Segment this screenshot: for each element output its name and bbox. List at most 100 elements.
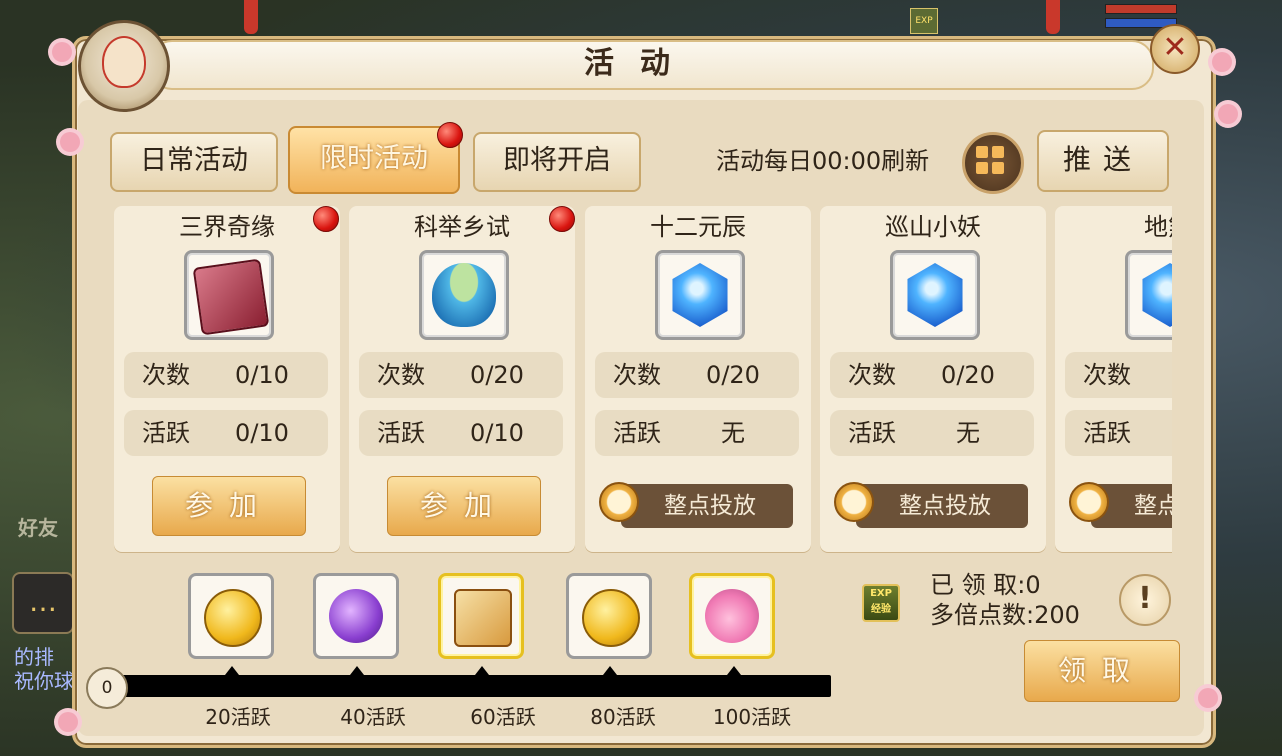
- reward-box-20[interactable]: [188, 573, 274, 659]
- count-row: 次数: [1065, 352, 1172, 398]
- purple-pouch-icon: [329, 589, 383, 643]
- activity-points-row: 活跃 无: [595, 410, 799, 456]
- chat-preview-text: 的排 祝你球: [14, 645, 74, 693]
- milestone-marker: [350, 666, 364, 675]
- friends-label[interactable]: 好友: [18, 512, 58, 541]
- activity-icon-frame[interactable]: [1125, 250, 1172, 340]
- count-row: 次数 0/10: [124, 352, 328, 398]
- clock-icon: [834, 482, 874, 522]
- timed-release-button[interactable]: 整点投放: [621, 484, 793, 528]
- flower-decoration: [52, 42, 72, 62]
- activity-points-label: 活跃: [142, 419, 190, 447]
- panel-title: 活动: [584, 46, 696, 81]
- milestone-label: 40活跃: [340, 705, 406, 729]
- close-button[interactable]: ✕: [1150, 24, 1200, 74]
- claimed-count: 已 领 取:0: [930, 571, 1041, 599]
- activity-points-value: 0/10: [470, 419, 524, 447]
- notification-dot-icon: [437, 122, 463, 148]
- exp-multiplier-icon[interactable]: EXP 经验: [862, 584, 900, 622]
- activity-points-row: 活跃 无: [830, 410, 1034, 456]
- milestone-label: 100活跃: [712, 705, 792, 729]
- reward-box-40[interactable]: [313, 573, 399, 659]
- activity-points-value: 无: [956, 419, 980, 447]
- timed-release-button[interactable]: 整点投放: [856, 484, 1028, 528]
- activity-progress-bar: [96, 675, 831, 697]
- activity-points-label: 活跃: [613, 419, 661, 447]
- activity-icon-frame[interactable]: [184, 250, 274, 340]
- clock-icon: [1069, 482, 1109, 522]
- tab-upcoming-activities[interactable]: 即将开启: [473, 132, 641, 192]
- treasure-scroll-icon: [454, 589, 512, 647]
- milestone-marker: [603, 666, 617, 675]
- flower-decoration: [60, 132, 80, 152]
- activity-icon-frame[interactable]: [419, 250, 509, 340]
- milestone-marker: [727, 666, 741, 675]
- lantern-decoration: [1046, 0, 1060, 34]
- milestone-label: 20活跃: [205, 705, 271, 729]
- multiplier-points: 多倍点数:200: [930, 601, 1080, 629]
- activity-points-value: 0/10: [235, 419, 289, 447]
- activity-name: 地煞: [1144, 213, 1172, 241]
- join-button[interactable]: 参加: [387, 476, 541, 536]
- claim-button[interactable]: 领取: [1024, 640, 1180, 702]
- progress-start-marker: 0: [86, 667, 128, 709]
- activity-points-label: 活跃: [377, 419, 425, 447]
- push-button[interactable]: 推送: [1037, 130, 1169, 192]
- milestone-marker: [475, 666, 489, 675]
- refresh-notice: 活动每日00:00刷新: [716, 147, 930, 175]
- activity-points-row: 活跃 0/10: [124, 410, 328, 456]
- activity-name: 十二元辰: [650, 213, 746, 241]
- activity-points-label: 活跃: [848, 419, 896, 447]
- grid-menu-icon[interactable]: [962, 132, 1024, 194]
- player-status-bars: [1105, 4, 1177, 28]
- clock-icon: [599, 482, 639, 522]
- activity-card[interactable]: 地煞 次数 活跃 整点投放: [1055, 206, 1172, 552]
- milestone-marker: [225, 666, 239, 675]
- count-value: 0/10: [235, 361, 289, 389]
- count-label: 次数: [613, 361, 661, 389]
- milestone-label: 60活跃: [470, 705, 536, 729]
- count-row: 次数 0/20: [595, 352, 799, 398]
- count-value: 0/20: [706, 361, 760, 389]
- gold-coin-icon: [582, 589, 640, 647]
- activity-name: 科举乡试: [414, 213, 510, 241]
- mascot-face-icon: [102, 36, 146, 88]
- activity-icon-frame[interactable]: [655, 250, 745, 340]
- flower-decoration: [1212, 52, 1232, 72]
- activity-card-list[interactable]: 三界奇缘 次数 0/10 活跃 0/10 参加 科举乡试 次数 0/20 活跃 …: [112, 206, 1172, 556]
- activity-icon-frame[interactable]: [890, 250, 980, 340]
- count-label: 次数: [848, 361, 896, 389]
- activity-card[interactable]: 科举乡试 次数 0/20 活跃 0/10 参加: [349, 206, 575, 552]
- flower-decoration: [1198, 688, 1218, 708]
- blue-gem-icon: [1142, 263, 1172, 327]
- info-icon[interactable]: !: [1119, 574, 1171, 626]
- activity-card[interactable]: 三界奇缘 次数 0/10 活跃 0/10 参加: [114, 206, 340, 552]
- lantern-decoration: [244, 0, 258, 34]
- flower-decoration: [1218, 104, 1238, 124]
- milestone-label: 80活跃: [590, 705, 656, 729]
- blue-gem-icon: [907, 263, 963, 327]
- activity-points-row: 活跃 0/10: [359, 410, 563, 456]
- activity-points-row: 活跃: [1065, 410, 1172, 456]
- blue-gem-icon: [672, 263, 728, 327]
- reward-box-100[interactable]: [689, 573, 775, 659]
- count-label: 次数: [1083, 361, 1131, 389]
- soup-bowl-icon: [432, 263, 496, 327]
- activity-card[interactable]: 十二元辰 次数 0/20 活跃 无 整点投放: [585, 206, 811, 552]
- count-row: 次数 0/20: [830, 352, 1034, 398]
- activity-points-value: 无: [721, 419, 745, 447]
- count-row: 次数 0/20: [359, 352, 563, 398]
- count-label: 次数: [377, 361, 425, 389]
- tab-daily-activities[interactable]: 日常活动: [110, 132, 278, 192]
- count-value: 0/20: [941, 361, 995, 389]
- activity-card[interactable]: 巡山小妖 次数 0/20 活跃 无 整点投放: [820, 206, 1046, 552]
- chat-bubble-icon[interactable]: …: [12, 572, 74, 634]
- count-value: 0/20: [470, 361, 524, 389]
- activity-points-label: 活跃: [1083, 419, 1131, 447]
- red-book-icon: [192, 258, 270, 336]
- join-button[interactable]: 参加: [152, 476, 306, 536]
- reward-box-60[interactable]: [438, 573, 524, 659]
- exp-buff-icon[interactable]: EXP: [910, 8, 938, 34]
- reward-box-80[interactable]: [566, 573, 652, 659]
- tab-limited-activities[interactable]: 限时活动: [288, 126, 460, 194]
